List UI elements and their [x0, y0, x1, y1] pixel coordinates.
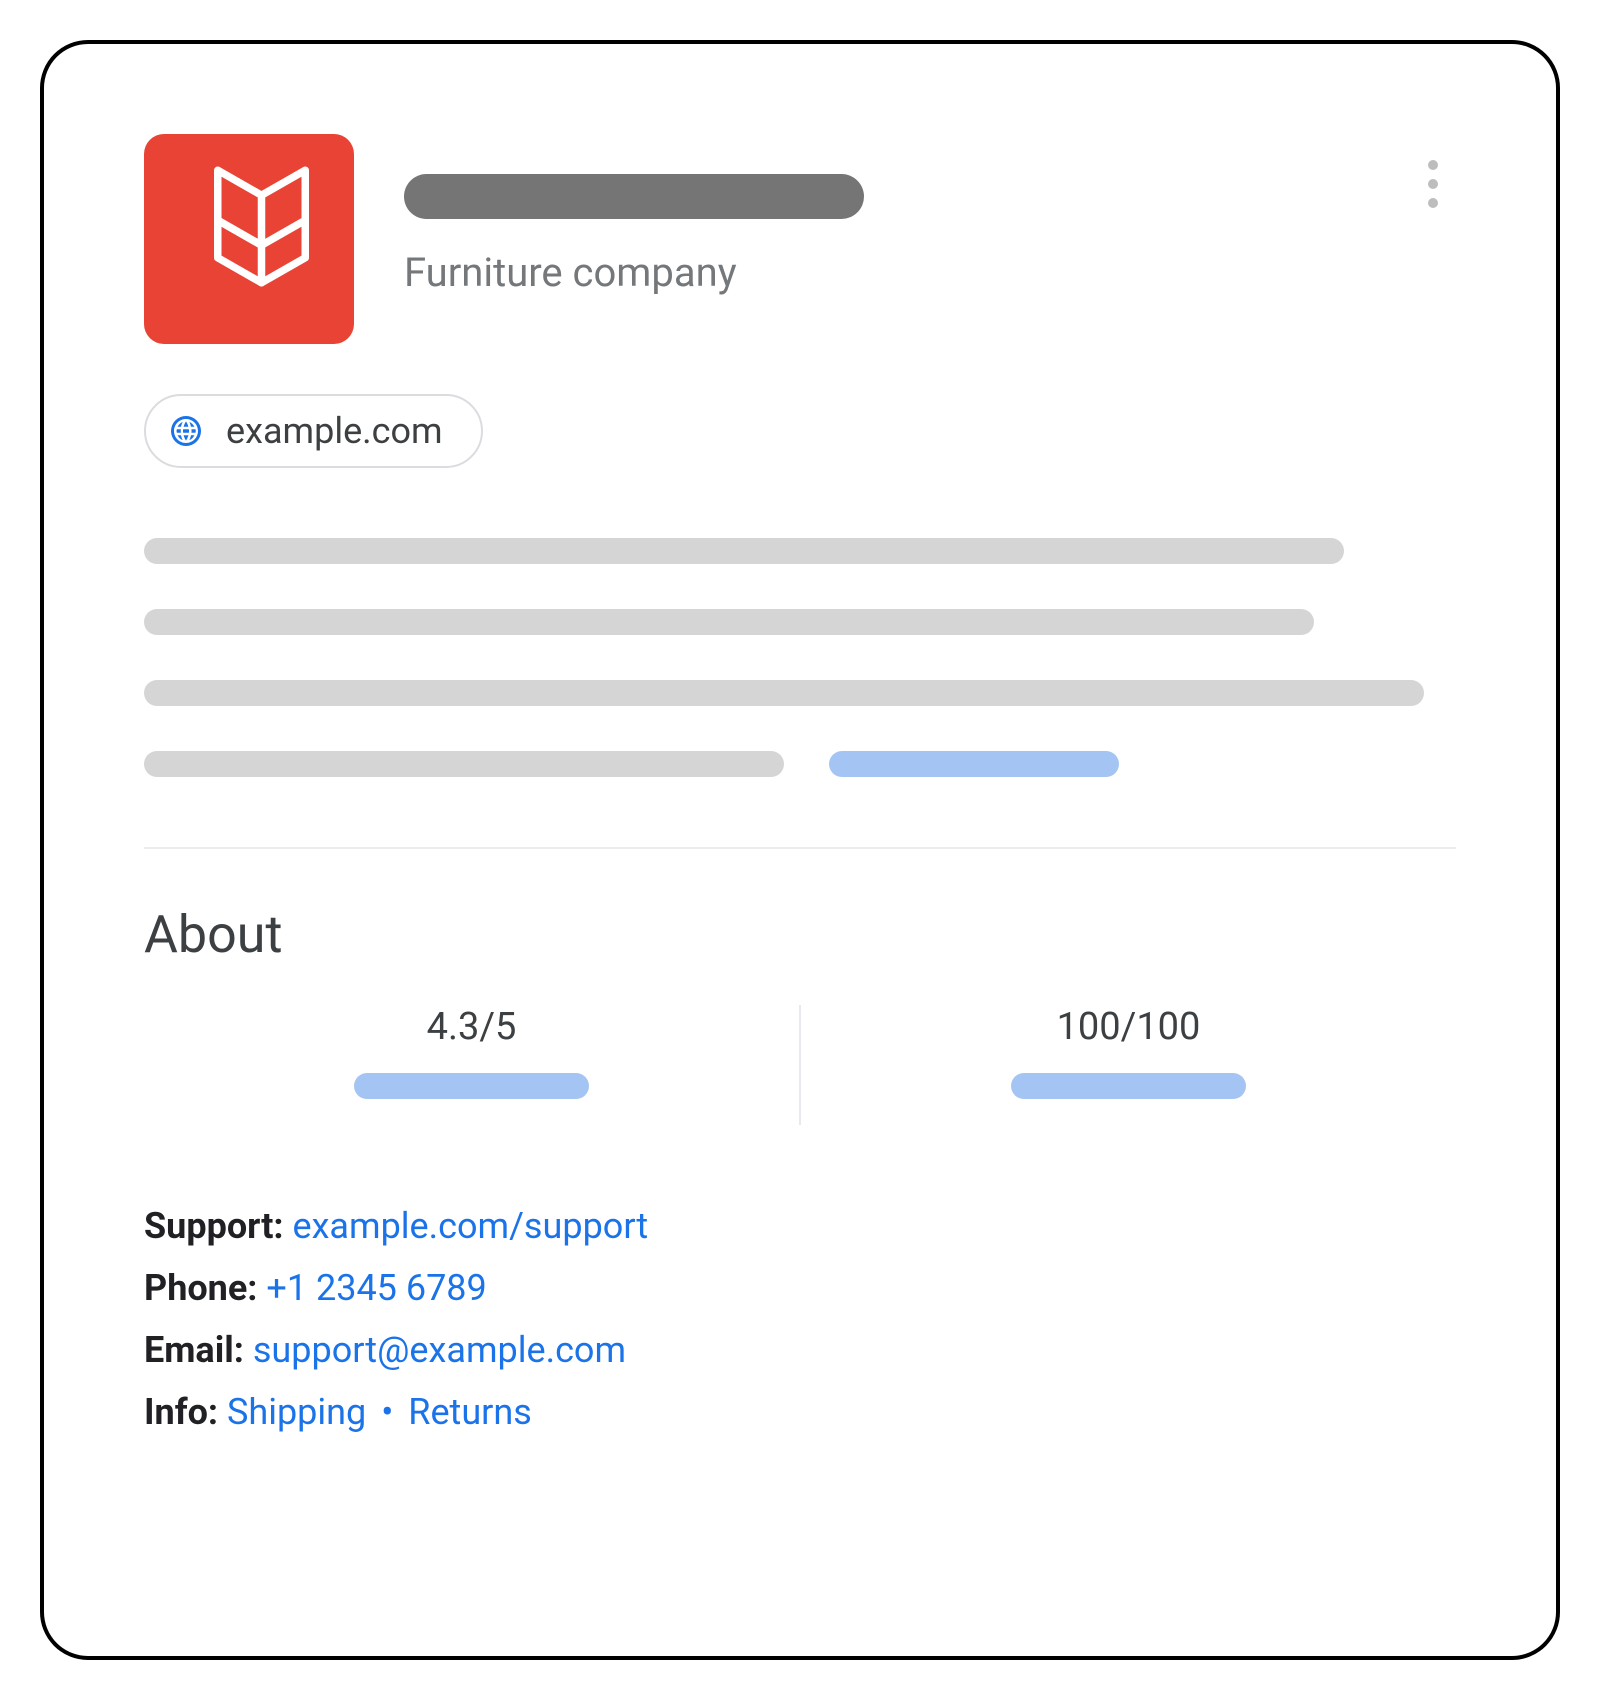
about-heading: About	[144, 904, 1456, 965]
score-label-placeholder	[1011, 1073, 1246, 1099]
email-label: Email:	[144, 1329, 244, 1371]
overflow-menu-button[interactable]	[1420, 152, 1446, 216]
title-block: Furniture company	[404, 134, 864, 296]
score-value: 100/100	[1057, 1005, 1201, 1049]
section-divider	[144, 847, 1456, 849]
phone-row: Phone: +1 2345 6789	[144, 1267, 1456, 1309]
rating-metric: 4.3/5	[144, 1005, 799, 1125]
skeleton-line	[144, 609, 1314, 635]
support-row: Support: example.com/support	[144, 1205, 1456, 1247]
company-name-redacted	[404, 174, 864, 219]
shipping-link[interactable]: Shipping	[227, 1391, 366, 1433]
website-chip[interactable]: example.com	[144, 394, 483, 468]
company-category: Furniture company	[404, 249, 864, 296]
company-logo	[144, 134, 354, 344]
info-row: Info: Shipping • Returns	[144, 1391, 1456, 1433]
card-header: Furniture company	[144, 134, 1456, 344]
phone-label: Phone:	[144, 1267, 257, 1309]
knowledge-card: Furniture company example.com About 4.3/…	[40, 40, 1560, 1660]
rating-label-placeholder	[354, 1073, 589, 1099]
support-link[interactable]: example.com/support	[292, 1205, 648, 1247]
returns-link[interactable]: Returns	[408, 1391, 532, 1433]
dot-separator: •	[381, 1391, 393, 1433]
website-chip-label: example.com	[226, 410, 443, 452]
globe-icon	[168, 413, 204, 449]
phone-link[interactable]: +1 2345 6789	[266, 1267, 486, 1309]
email-link[interactable]: support@example.com	[253, 1329, 626, 1371]
skeleton-line	[144, 751, 784, 777]
info-label: Info:	[144, 1391, 218, 1433]
support-label: Support:	[144, 1205, 284, 1247]
contact-block: Support: example.com/support Phone: +1 2…	[144, 1205, 1456, 1433]
skeleton-line	[144, 680, 1424, 706]
description-placeholder	[144, 538, 1456, 777]
rating-value: 4.3/5	[427, 1005, 517, 1049]
chair-isometric-icon	[184, 164, 314, 314]
score-metric: 100/100	[801, 1005, 1456, 1125]
email-row: Email: support@example.com	[144, 1329, 1456, 1371]
metrics-row: 4.3/5 100/100	[144, 1005, 1456, 1125]
skeleton-line	[144, 538, 1344, 564]
skeleton-link[interactable]	[829, 751, 1119, 777]
